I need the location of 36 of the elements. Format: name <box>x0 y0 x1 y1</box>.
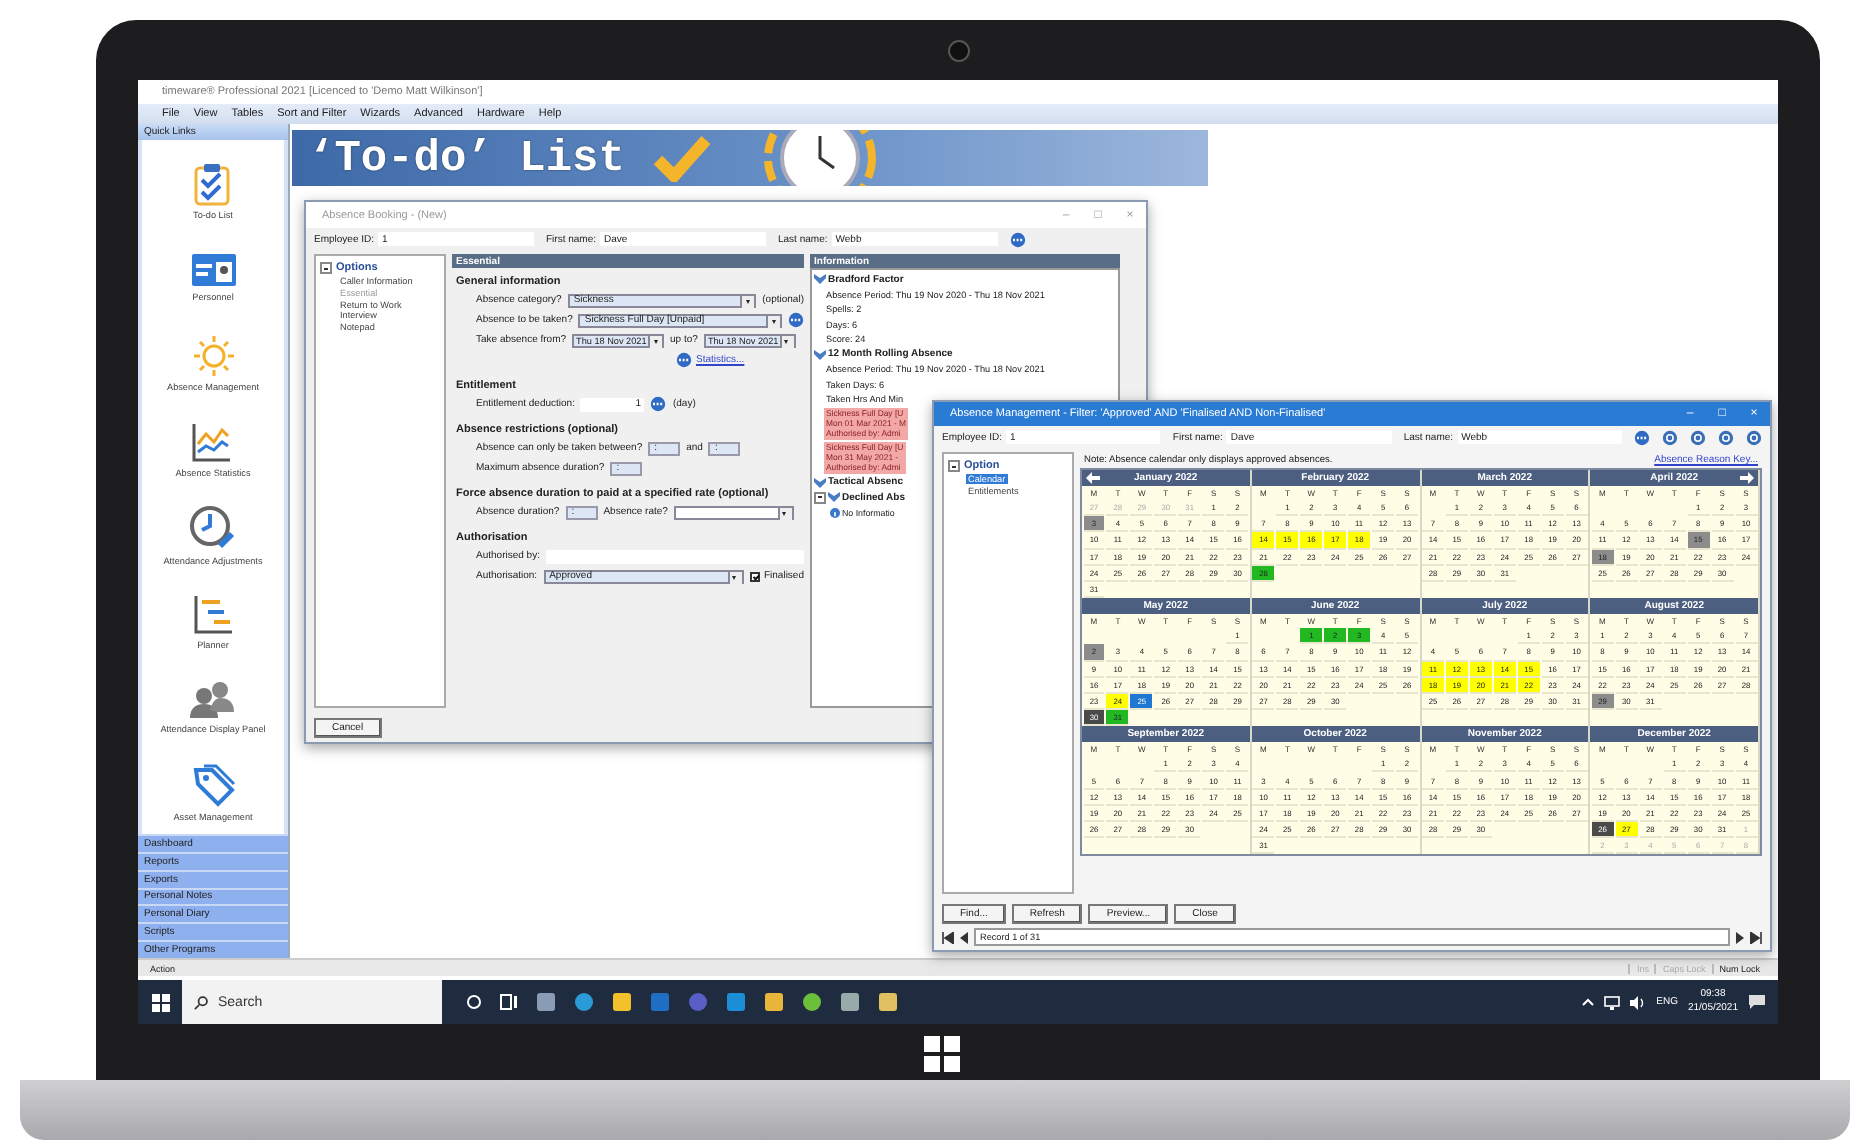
network-icon[interactable] <box>1604 995 1621 1009</box>
windows-start-icon[interactable] <box>151 993 169 1011</box>
gantt-chart-icon <box>191 592 235 637</box>
chevron-down-icon <box>814 274 826 285</box>
previous-record-icon[interactable] <box>958 931 970 943</box>
collapse-icon[interactable] <box>320 262 332 274</box>
clipboard-check-icon <box>194 162 231 207</box>
speaker-icon[interactable] <box>1630 995 1647 1009</box>
arrow-right-icon[interactable] <box>1740 472 1754 484</box>
chevron-up-icon[interactable] <box>1582 998 1595 1006</box>
collapse-icon[interactable] <box>948 460 960 472</box>
dots-circle-icon[interactable] <box>1634 429 1651 445</box>
notification-icon[interactable] <box>1748 994 1766 1010</box>
camera-icon <box>948 40 970 62</box>
arrow-left-icon[interactable] <box>1086 472 1100 484</box>
next-record-icon[interactable] <box>1734 931 1746 943</box>
dropdown[interactable] <box>673 505 794 519</box>
chevron-down-icon <box>814 349 826 360</box>
collapse-icon[interactable] <box>814 491 826 504</box>
windows-logo-icon <box>924 1036 960 1072</box>
people-icon <box>188 680 237 721</box>
check-mark-icon <box>652 134 713 182</box>
circle-icon[interactable] <box>466 994 482 1010</box>
first-record-icon[interactable] <box>942 931 954 943</box>
sun-icon <box>191 334 235 379</box>
banner-title: ‘To-do’ List <box>308 133 625 183</box>
tags-icon <box>191 764 235 809</box>
checkbox[interactable] <box>749 571 760 581</box>
dots-circle-icon[interactable] <box>650 396 667 412</box>
dots-circle-icon[interactable] <box>788 312 804 328</box>
line-chart-icon <box>190 420 235 465</box>
clock-pencil-icon <box>188 504 237 553</box>
task-view-icon[interactable] <box>500 994 518 1010</box>
id-card-icon <box>189 252 237 289</box>
last-record-icon[interactable] <box>1750 931 1762 943</box>
search-icon <box>194 995 208 1009</box>
